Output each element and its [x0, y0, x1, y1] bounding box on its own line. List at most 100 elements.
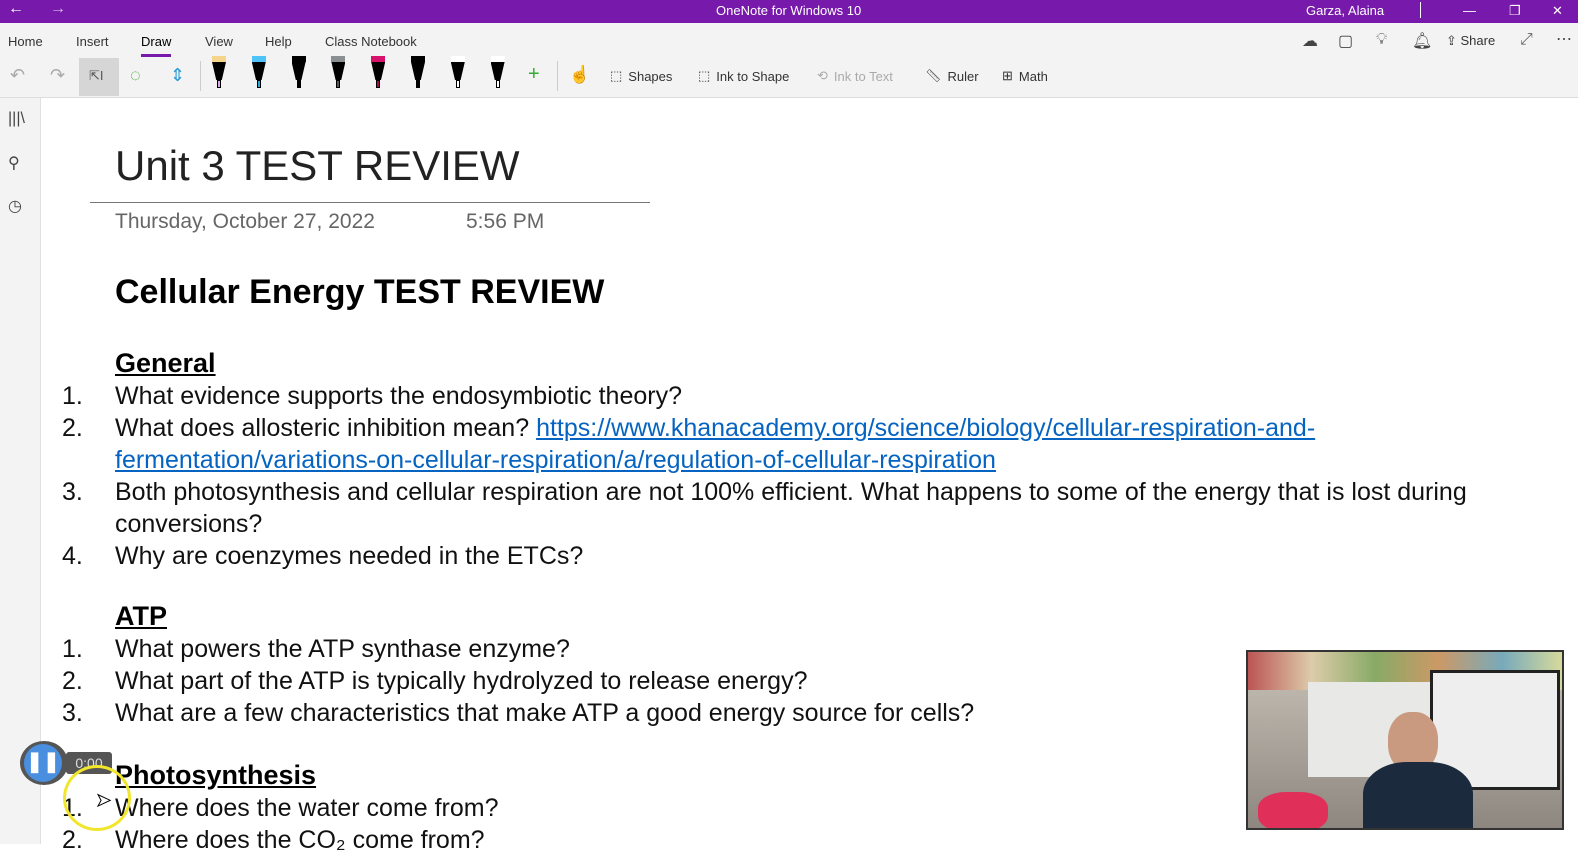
pen-7[interactable]: [450, 56, 465, 88]
divider: [200, 61, 201, 91]
share-button[interactable]: ⇪ Share: [1446, 33, 1495, 49]
item-text: What powers the ATP synthase enzyme?: [115, 635, 570, 663]
math-button[interactable]: ⊞ Math: [1002, 68, 1048, 84]
share-icon: ⇪: [1446, 33, 1461, 48]
fullscreen-icon[interactable]: ⤢: [1520, 31, 1533, 49]
redo-button[interactable]: ↷: [50, 65, 65, 86]
tab-help[interactable]: Help: [265, 34, 292, 49]
list-item: 1. What evidence supports the endosymbiot…: [62, 380, 1532, 412]
pen-8[interactable]: [490, 56, 505, 88]
pen-cap: [490, 56, 505, 62]
ink-to-text-button[interactable]: ⟲ Ink to Text: [817, 68, 893, 84]
lasso-select-button[interactable]: ◌: [130, 65, 141, 86]
restore-button[interactable]: ❐: [1509, 3, 1521, 19]
add-space-button[interactable]: ⇕: [170, 65, 185, 86]
section-heading-general: General: [115, 348, 216, 378]
undo-button[interactable]: ↶: [10, 65, 25, 86]
pen-tip: [495, 80, 500, 88]
notebooks-icon[interactable]: |||\: [8, 110, 25, 128]
back-icon[interactable]: ←: [8, 0, 24, 18]
pen-tip: [455, 80, 460, 88]
item-text: Why are coenzymes needed in the ETCs?: [115, 542, 584, 570]
pen-6[interactable]: [411, 56, 425, 88]
pen-tip: [416, 80, 420, 88]
item-text: Where does the water come from?: [115, 794, 499, 822]
pen-tip: [336, 80, 341, 88]
tab-view[interactable]: View: [205, 34, 233, 49]
list-item: 4. Why are coenzymes needed in the ETCs?: [62, 540, 1532, 572]
divider: [1420, 2, 1421, 18]
pen-tip: [256, 80, 261, 88]
page-heading: Cellular Energy TEST REVIEW: [115, 273, 605, 311]
tab-home[interactable]: Home: [8, 34, 43, 49]
pen-1[interactable]: [212, 56, 226, 88]
forward-icon[interactable]: →: [50, 0, 66, 18]
touch-draw-button[interactable]: ☝: [569, 65, 590, 85]
ink-to-shape-button[interactable]: ⬚ Ink to Shape: [698, 68, 789, 84]
pen-body: [411, 62, 425, 80]
pen-cap: [251, 56, 266, 62]
tab-class-notebook[interactable]: Class Notebook: [325, 34, 417, 49]
pen-cap: [291, 56, 306, 62]
pen-cap: [450, 56, 465, 62]
divider: [557, 61, 558, 91]
pen-2[interactable]: [251, 56, 266, 88]
pen-tip: [217, 80, 221, 88]
more-icon[interactable]: ⋯: [1556, 29, 1572, 49]
presenter-body: [1363, 762, 1473, 828]
math-icon: ⊞: [1002, 68, 1013, 83]
item-text: Both photosynthesis and cellular respira…: [115, 478, 1467, 538]
recorder-pause-button[interactable]: ❚❚: [20, 741, 68, 785]
app-title: OneNote for Windows 10: [716, 3, 862, 18]
lightbulb-icon[interactable]: 💡︎: [1376, 31, 1387, 49]
pen-body: [251, 62, 266, 80]
pen-cap: [371, 56, 386, 62]
pen-cap: [212, 56, 226, 62]
search-icon[interactable]: ⚲: [8, 153, 20, 173]
sticky-note-icon[interactable]: ▢: [1338, 31, 1353, 51]
page-date: Thursday, October 27, 2022: [115, 210, 375, 233]
pen-3[interactable]: [291, 56, 306, 88]
item-number: 2.: [62, 667, 83, 695]
page-time: 5:56 PM: [466, 210, 545, 233]
shapes-icon: ⬚: [610, 68, 623, 83]
sync-icon[interactable]: ☁: [1302, 31, 1318, 51]
close-button[interactable]: ✕: [1552, 3, 1563, 19]
ruler-button[interactable]: 📏︎ Ruler: [925, 68, 979, 84]
type-select-icon: ⇱I: [89, 68, 104, 83]
page-title[interactable]: Unit 3 TEST REVIEW: [115, 142, 520, 190]
item-number: 3.: [62, 478, 83, 506]
item-text: What are a few characteristics that make…: [115, 699, 975, 727]
pen-4[interactable]: [331, 56, 346, 88]
pen-body: [331, 62, 346, 80]
webcam-overlay: [1246, 650, 1564, 830]
pause-icon: ❚❚: [24, 744, 62, 782]
item-number: 3.: [62, 699, 83, 727]
item-number: 2.: [62, 826, 83, 854]
recent-icon[interactable]: ◷: [8, 196, 22, 216]
ribbon: Home Insert Draw View Help Class Noteboo…: [0, 23, 1578, 98]
section-heading-atp: ATP: [115, 601, 167, 631]
pen-tip: [296, 80, 301, 88]
pen-body: [490, 62, 505, 80]
shapes-button[interactable]: ⬚ Shapes: [610, 68, 672, 84]
bell-icon[interactable]: 🔔︎: [1412, 31, 1432, 51]
tab-draw[interactable]: Draw: [141, 34, 172, 57]
item-number: 1.: [62, 635, 83, 663]
pen-tip: [376, 80, 381, 88]
left-rail: |||\ ⚲ ◷: [0, 98, 41, 844]
add-pen-button[interactable]: +: [528, 63, 540, 86]
tab-insert[interactable]: Insert: [76, 34, 109, 49]
pen-5[interactable]: [371, 56, 386, 88]
section-heading-photo: Photosynthesis: [115, 760, 317, 790]
list-item: 3. Both photosynthesis and cellular respi…: [62, 476, 1532, 540]
minimize-button[interactable]: —: [1463, 3, 1476, 18]
pen-body: [371, 62, 386, 80]
ink-to-text-icon: ⟲: [817, 68, 828, 83]
red-object: [1258, 792, 1328, 828]
pen-body: [291, 62, 306, 80]
item-number: 4.: [62, 542, 83, 570]
user-name[interactable]: Garza, Alaina: [1306, 3, 1384, 18]
title-bar: ← → OneNote for Windows 10 Garza, Alaina…: [0, 0, 1578, 23]
item-number: 1.: [62, 382, 83, 410]
